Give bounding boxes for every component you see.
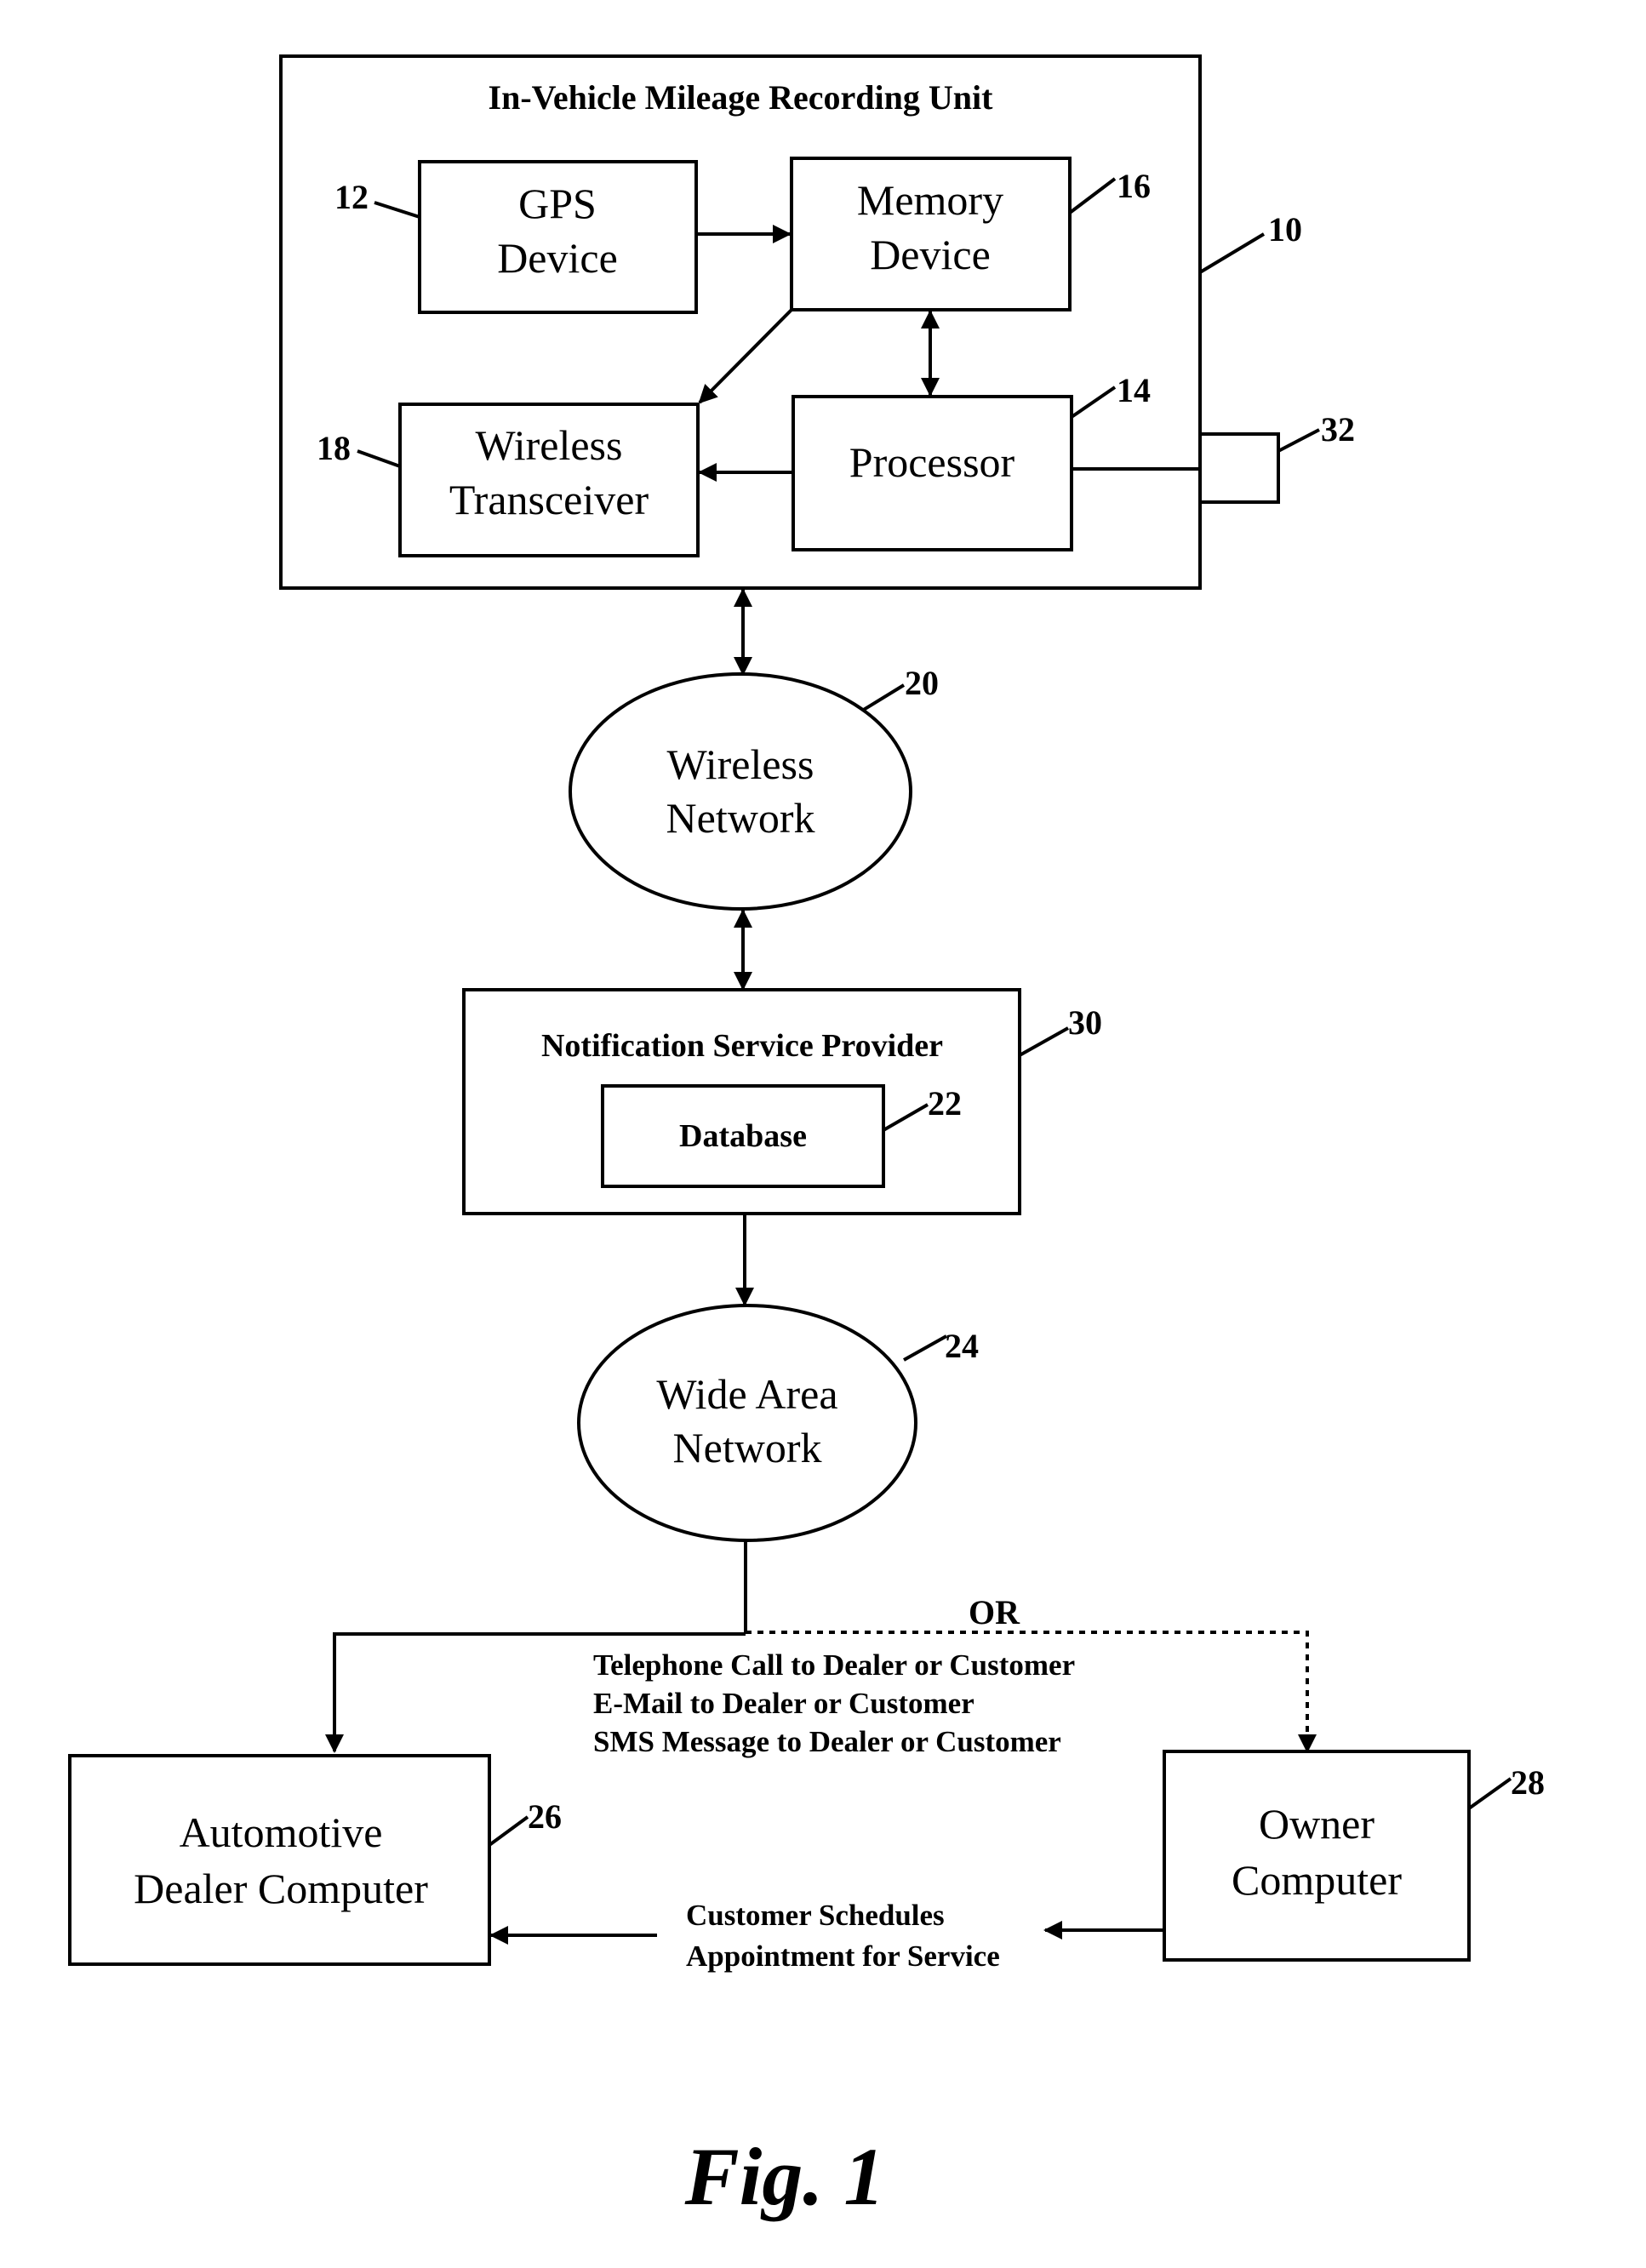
owner-label-1: Owner [1259,1800,1375,1848]
ref-30: 30 [1068,1003,1102,1042]
gps-label-2: Device [497,234,618,282]
leader-20 [860,683,906,712]
ref-20: 20 [905,664,939,702]
leader-26 [488,1815,529,1847]
memory-label-2: Device [870,231,991,278]
notification-branch: OR Telephone Call to Dealer or Customer … [325,1540,1317,1758]
ref-32: 32 [1321,410,1355,448]
wide-area-network: Wide Area Network 24 [577,1304,979,1542]
automotive-dealer-computer: Automotive Dealer Computer 26 [68,1754,562,1966]
owner-label-2: Computer [1232,1856,1402,1904]
leader-10 [1198,232,1266,274]
unit-title: In-Vehicle Mileage Recording Unit [489,78,994,117]
processor-label: Processor [849,438,1015,486]
ref-26: 26 [528,1797,562,1836]
schedule-label-1: Customer Schedules [686,1899,945,1932]
in-vehicle-unit: In-Vehicle Mileage Recording Unit 10 GPS… [279,54,1355,590]
gps-label-1: GPS [518,180,597,227]
figure-label: Fig. 1 [684,2131,885,2222]
leader-30 [1019,1026,1069,1057]
transceiver-label-2: Transceiver [449,476,649,523]
database-label: Database [679,1118,807,1154]
wan-label-1: Wide Area [656,1370,837,1418]
memory-label-1: Memory [857,176,1003,224]
ref-14: 14 [1117,371,1151,409]
ref-24: 24 [945,1327,979,1365]
or-label: OR [969,1593,1020,1631]
system-diagram: In-Vehicle Mileage Recording Unit 10 GPS… [68,54,1545,2222]
wireless-network-label-2: Network [666,794,815,842]
dealer-box [68,1754,491,1966]
transceiver-label-1: Wireless [476,421,623,469]
ref-18: 18 [317,429,351,467]
ref-22: 22 [928,1084,962,1123]
notification-option-phone: Telephone Call to Dealer or Customer [593,1648,1075,1682]
notification-option-email: E-Mail to Dealer or Customer [593,1687,974,1720]
ref-28: 28 [1511,1763,1545,1802]
wireless-network-label-1: Wireless [667,740,814,788]
provider-title: Notification Service Provider [541,1028,943,1064]
ref-16: 16 [1117,167,1151,205]
schedule-flow: Customer Schedules Appointment for Servi… [489,1899,1163,1973]
dealer-label-2: Dealer Computer [134,1865,428,1912]
wireless-network-ellipse [569,672,912,911]
leader-28 [1467,1777,1512,1810]
leader-32 [1277,428,1320,453]
wan-ellipse [577,1304,917,1542]
port-32-box [1198,432,1280,504]
ref-10: 10 [1268,210,1302,249]
dealer-label-1: Automotive [180,1808,383,1856]
owner-computer: Owner Computer 28 [1163,1750,1545,1962]
ref-12: 12 [334,178,369,216]
leader-24 [903,1334,947,1362]
notification-option-sms: SMS Message to Dealer or Customer [593,1725,1061,1758]
schedule-label-2: Appointment for Service [686,1940,1000,1973]
wireless-network: Wireless Network 20 [569,664,939,911]
notification-service-provider: Notification Service Provider 30 Databas… [462,988,1102,1215]
wan-label-2: Network [673,1424,822,1471]
